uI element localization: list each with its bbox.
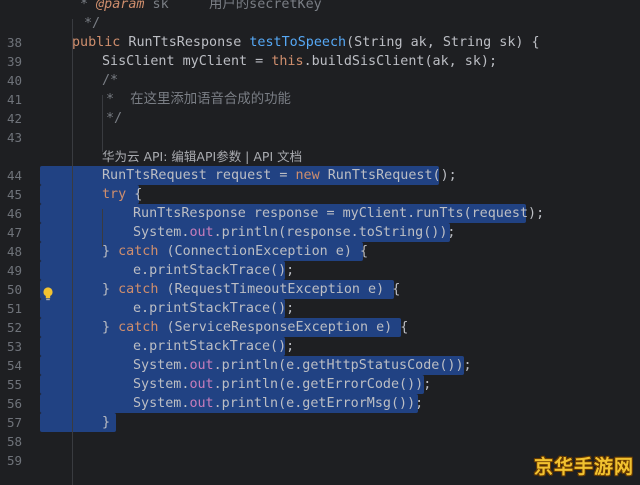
code-line[interactable]: 51 e.printStackTrace();: [0, 299, 640, 318]
code-text[interactable]: */: [106, 109, 122, 128]
code-line[interactable]: 57}: [0, 413, 640, 432]
code-text[interactable]: System.out.println(e.getHttpStatusCode()…: [133, 356, 472, 375]
line-number: 38: [6, 35, 22, 50]
code-line[interactable]: 55 System.out.println(e.getErrorCode());: [0, 375, 640, 394]
code-line[interactable]: 45 try {: [0, 185, 640, 204]
line-number: 41: [6, 92, 22, 107]
code-line[interactable]: 49 e.printStackTrace();: [0, 261, 640, 280]
code-line[interactable]: 38 public RunTtsResponse testToSpeech(Str…: [0, 33, 640, 52]
code-text[interactable]: * @param sk 用户的secretKey: [80, 0, 322, 14]
indent-guide-comment: [102, 95, 103, 152]
code-line[interactable]: 46 RunTtsResponse response = myClient.run…: [0, 204, 640, 223]
code-text[interactable]: System.out.println(e.getErrorCode());: [133, 375, 431, 394]
line-number: 51: [6, 301, 22, 316]
line-number: 50: [6, 282, 22, 297]
code-text[interactable]: e.printStackTrace();: [133, 337, 294, 356]
code-line[interactable]: 56 System.out.println(e.getErrorMsg());: [0, 394, 640, 413]
line-number: 45: [6, 187, 22, 202]
line-number: 47: [6, 225, 22, 240]
code-text[interactable]: System.out.println(response.toString());: [133, 223, 455, 242]
code-text[interactable]: } catch (ConnectionException e) {: [102, 242, 368, 261]
code-line[interactable]: 50 } catch (RequestTimeoutException e) {: [0, 280, 640, 299]
line-number: 46: [6, 206, 22, 221]
line-number: 56: [6, 396, 22, 411]
code-line[interactable]: 54 System.out.println(e.getHttpStatusCode…: [0, 356, 640, 375]
line-number: 44: [6, 168, 22, 183]
code-line[interactable]: 华为云 API: 编辑API参数 | API 文档: [0, 147, 640, 166]
code-text[interactable]: } catch (ServiceResponseException e) {: [102, 318, 408, 337]
line-number: 42: [6, 111, 22, 126]
code-text[interactable]: * 在这里添加语音合成的功能: [106, 90, 291, 109]
code-text[interactable]: SisClient myClient = this.buildSisClient…: [102, 52, 497, 71]
line-number: 39: [6, 54, 22, 69]
indent-guide-try: [102, 209, 103, 247]
line-number: 54: [6, 358, 22, 373]
code-line[interactable]: 52 } catch (ServiceResponseException e) {: [0, 318, 640, 337]
line-number: 55: [6, 377, 22, 392]
code-text[interactable]: */: [84, 14, 100, 33]
line-number: 40: [6, 73, 22, 88]
code-line[interactable]: 58: [0, 432, 640, 451]
line-number: 57: [6, 415, 22, 430]
code-text[interactable]: public RunTtsResponse testToSpeech(Strin…: [72, 33, 540, 52]
line-number: 52: [6, 320, 22, 335]
code-line[interactable]: 41 * 在这里添加语音合成的功能: [0, 90, 640, 109]
line-number: 58: [6, 434, 22, 449]
code-line[interactable]: 43: [0, 128, 640, 147]
code-line[interactable]: 44 RunTtsRequest request = new RunTtsRequ…: [0, 166, 640, 185]
code-line[interactable]: 53 e.printStackTrace();: [0, 337, 640, 356]
line-number: 48: [6, 244, 22, 259]
code-text[interactable]: }: [102, 413, 110, 432]
code-editor[interactable]: * @param sk 用户的secretKey */38 public RunTt…: [0, 0, 640, 485]
code-line[interactable]: 40 /*: [0, 71, 640, 90]
line-number: 53: [6, 339, 22, 354]
indent-guide-method: [72, 19, 73, 485]
code-line[interactable]: 39 SisClient myClient = this.buildSisClie…: [0, 52, 640, 71]
code-text[interactable]: RunTtsRequest request = new RunTtsReques…: [102, 166, 457, 185]
code-line[interactable]: 47 System.out.println(response.toString()…: [0, 223, 640, 242]
code-text[interactable]: /*: [102, 71, 118, 90]
code-line[interactable]: * @param sk 用户的secretKey: [0, 0, 640, 14]
code-text[interactable]: e.printStackTrace();: [133, 299, 294, 318]
lightbulb-icon[interactable]: [42, 286, 54, 302]
code-text[interactable]: } catch (RequestTimeoutException e) {: [102, 280, 400, 299]
line-number: 43: [6, 130, 22, 145]
code-text[interactable]: e.printStackTrace();: [133, 261, 294, 280]
code-text[interactable]: try {: [102, 185, 142, 204]
code-line[interactable]: */: [0, 14, 640, 33]
code-line[interactable]: 48 } catch (ConnectionException e) {: [0, 242, 640, 261]
code-text[interactable]: 华为云 API: 编辑API参数 | API 文档: [102, 147, 302, 166]
line-number: 49: [6, 263, 22, 278]
code-text[interactable]: RunTtsResponse response = myClient.runTt…: [133, 204, 544, 223]
code-text[interactable]: System.out.println(e.getErrorMsg());: [133, 394, 423, 413]
line-number: 59: [6, 453, 22, 468]
watermark: 京华手游网: [533, 456, 634, 478]
code-line[interactable]: 42 */: [0, 109, 640, 128]
